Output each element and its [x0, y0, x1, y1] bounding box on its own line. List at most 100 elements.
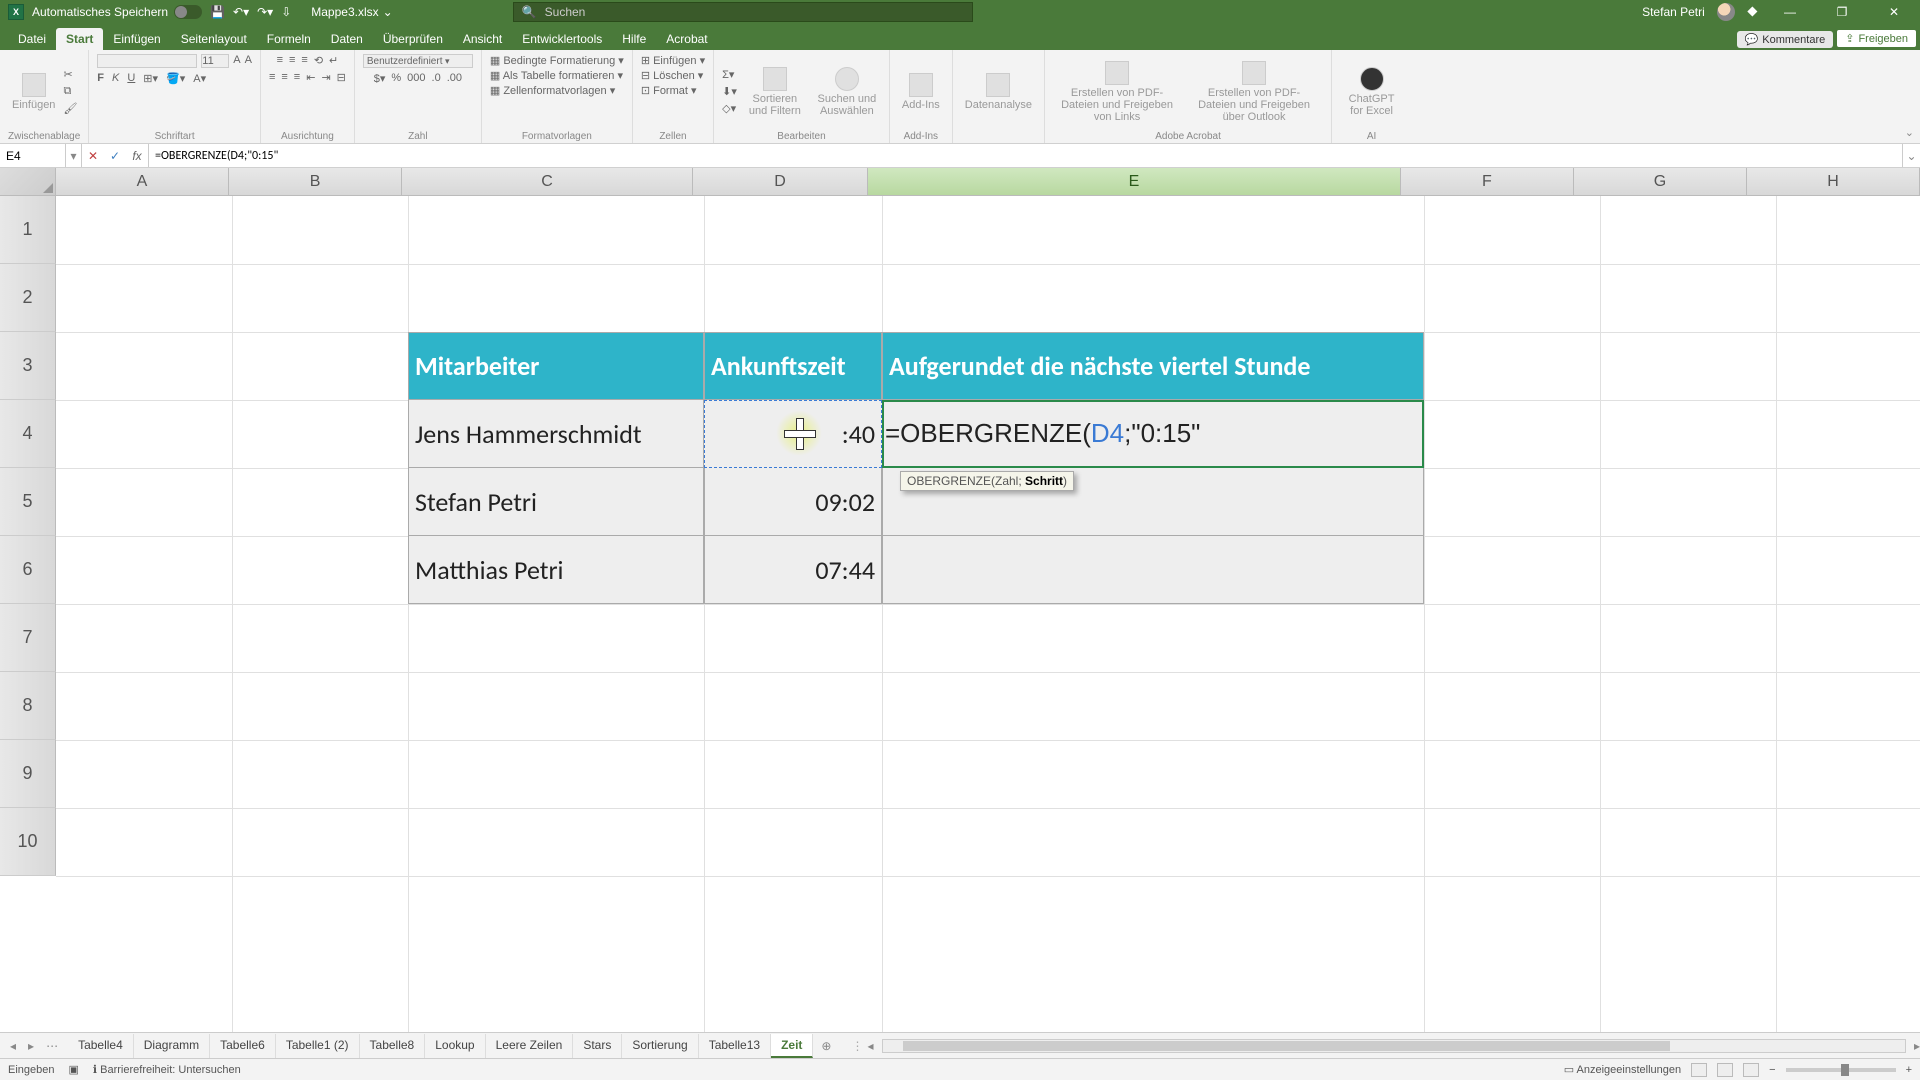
ribbon-collapse-icon[interactable]: ⌄	[1905, 126, 1914, 139]
datenanalyse-button[interactable]: Datenanalyse	[961, 71, 1036, 113]
sheet-tab-stars[interactable]: Stars	[573, 1034, 622, 1058]
tab-daten[interactable]: Daten	[321, 28, 373, 50]
format-painter-icon[interactable]: 🖌	[63, 102, 77, 115]
sheet-tab-leere-zeilen[interactable]: Leere Zeilen	[486, 1034, 574, 1058]
add-sheet-button[interactable]: ⊕	[813, 1035, 839, 1057]
zoom-out-icon[interactable]: −	[1769, 1064, 1775, 1076]
column-header-g[interactable]: G	[1574, 168, 1747, 196]
hscroll-left-icon[interactable]: ◂	[867, 1039, 873, 1053]
orientation-icon[interactable]: ⟲	[314, 54, 323, 67]
sort-filter-button[interactable]: Sortieren und Filtern	[741, 65, 809, 119]
merge-icon[interactable]: ⊟	[337, 71, 346, 84]
italic-icon[interactable]: K	[112, 72, 119, 85]
align-center-icon[interactable]: ≡	[281, 71, 287, 84]
currency-icon[interactable]: $▾	[374, 72, 386, 85]
view-page-break-icon[interactable]	[1743, 1063, 1759, 1077]
cell-name-row5[interactable]: Stefan Petri	[408, 468, 704, 536]
wrap-icon[interactable]: ↵	[329, 54, 338, 67]
underline-icon[interactable]: U	[127, 72, 135, 85]
kommentare-button[interactable]: 💬 Kommentare	[1737, 31, 1834, 48]
insert-cells-button[interactable]: ⊞ Einfügen ▾	[641, 54, 705, 67]
fill-color-icon[interactable]: 🪣▾	[166, 72, 185, 85]
toggle-icon[interactable]	[174, 5, 202, 19]
tab-seitenlayout[interactable]: Seitenlayout	[171, 28, 257, 50]
cells-area[interactable]: MitarbeiterAnkunftszeitAufgerundet die n…	[56, 196, 1920, 1032]
find-select-button[interactable]: Suchen und Auswählen	[813, 65, 881, 119]
tab-acrobat[interactable]: Acrobat	[656, 28, 717, 50]
adobe-create-outlook-button[interactable]: Erstellen von PDF-Dateien und Freigeben …	[1185, 59, 1323, 125]
conditional-formatting-button[interactable]: ▦ Bedingte Formatierung ▾	[490, 54, 624, 67]
sheet-tab-tabelle4[interactable]: Tabelle4	[68, 1034, 134, 1058]
row-header-9[interactable]: 9	[0, 740, 56, 808]
tab-start[interactable]: Start	[56, 28, 103, 50]
copy-icon[interactable]: ⧉	[63, 85, 77, 98]
maximize-button[interactable]: ❐	[1822, 0, 1862, 24]
hscroll-right-icon[interactable]: ▸	[1914, 1039, 1920, 1053]
row-header-10[interactable]: 10	[0, 808, 56, 876]
view-normal-icon[interactable]	[1691, 1063, 1707, 1077]
font-size-dropdown[interactable]: 11	[201, 54, 229, 68]
save-icon[interactable]: 💾	[210, 5, 225, 19]
sheet-nav-prev-icon[interactable]: ▸	[24, 1037, 38, 1055]
tab-ansicht[interactable]: Ansicht	[453, 28, 512, 50]
sheet-nav-more-icon[interactable]: ⋯	[42, 1037, 62, 1055]
zoom-slider[interactable]	[1786, 1068, 1896, 1072]
row-header-3[interactable]: 3	[0, 332, 56, 400]
spreadsheet-grid[interactable]: ABCDEFGH 12345678910 MitarbeiterAnkunfts…	[0, 168, 1920, 1032]
row-header-7[interactable]: 7	[0, 604, 56, 672]
cell-time-row6[interactable]: 07:44	[704, 536, 882, 604]
tab-formeln[interactable]: Formeln	[257, 28, 321, 50]
undo-icon[interactable]: ↶▾	[233, 5, 249, 19]
delete-cells-button[interactable]: ⊟ Löschen ▾	[641, 69, 703, 82]
name-box-dropdown[interactable]: ▾	[66, 144, 82, 167]
freigeben-button[interactable]: ⇪ Freigeben	[1836, 29, 1917, 48]
align-left-icon[interactable]: ≡	[269, 71, 275, 84]
number-format-dropdown[interactable]: Benutzerdefiniert	[363, 54, 473, 68]
sheet-tab-sortierung[interactable]: Sortierung	[622, 1034, 698, 1058]
percent-icon[interactable]: %	[391, 72, 401, 85]
table-header-c[interactable]: Mitarbeiter	[408, 332, 704, 400]
increase-font-icon[interactable]: A	[233, 54, 240, 68]
adobe-create-link-button[interactable]: Erstellen von PDF-Dateien und Freigeben …	[1053, 59, 1181, 125]
paste-button[interactable]: Einfügen	[8, 71, 59, 113]
avatar[interactable]	[1717, 3, 1735, 21]
cut-icon[interactable]: ✂	[63, 68, 77, 81]
cell-name-row6[interactable]: Matthias Petri	[408, 536, 704, 604]
close-button[interactable]: ✕	[1874, 0, 1914, 24]
sheet-tab-tabelle1-2-[interactable]: Tabelle1 (2)	[276, 1034, 360, 1058]
font-color-icon[interactable]: A▾	[193, 72, 206, 85]
indent-dec-icon[interactable]: ⇤	[306, 71, 315, 84]
cell-e6[interactable]	[882, 536, 1424, 604]
formula-accept-icon[interactable]: ✓	[104, 149, 126, 163]
format-as-table-button[interactable]: ▦ Als Tabelle formatieren ▾	[490, 69, 623, 82]
column-header-c[interactable]: C	[402, 168, 693, 196]
formula-cancel-icon[interactable]: ✕	[82, 149, 104, 163]
format-cells-button[interactable]: ⊡ Format ▾	[641, 84, 697, 97]
align-middle-icon[interactable]: ≡	[289, 54, 295, 67]
sheet-tab-zeit[interactable]: Zeit	[771, 1034, 813, 1058]
fill-icon[interactable]: ⬇▾	[722, 85, 737, 98]
row-header-4[interactable]: 4	[0, 400, 56, 468]
zoom-in-icon[interactable]: +	[1906, 1064, 1912, 1076]
minimize-button[interactable]: ―	[1770, 0, 1810, 24]
sheet-tab-diagramm[interactable]: Diagramm	[134, 1034, 210, 1058]
addins-button[interactable]: Add-Ins	[898, 71, 944, 113]
cell-name-row4[interactable]: Jens Hammerschmidt	[408, 400, 704, 468]
thousands-icon[interactable]: 000	[407, 72, 425, 85]
autosave-toggle[interactable]: Automatisches Speichern	[32, 5, 202, 19]
cell-time-row5[interactable]: 09:02	[704, 468, 882, 536]
row-header-1[interactable]: 1	[0, 196, 56, 264]
sheet-tab-tabelle6[interactable]: Tabelle6	[210, 1034, 276, 1058]
bold-icon[interactable]: F	[97, 72, 104, 85]
sheet-tab-lookup[interactable]: Lookup	[425, 1034, 485, 1058]
column-header-b[interactable]: B	[229, 168, 402, 196]
tab-ueberpruefen[interactable]: Überprüfen	[373, 28, 453, 50]
formula-expand-icon[interactable]: ⌄	[1902, 144, 1920, 167]
indent-inc-icon[interactable]: ⇥	[321, 71, 330, 84]
align-top-icon[interactable]: ≡	[277, 54, 283, 67]
table-header-e[interactable]: Aufgerundet die nächste viertel Stunde	[882, 332, 1424, 400]
column-header-f[interactable]: F	[1401, 168, 1574, 196]
macro-record-icon[interactable]: ▣	[69, 1063, 79, 1076]
qa-more-icon[interactable]: ⇩	[281, 5, 291, 19]
decrease-font-icon[interactable]: A	[245, 54, 252, 68]
